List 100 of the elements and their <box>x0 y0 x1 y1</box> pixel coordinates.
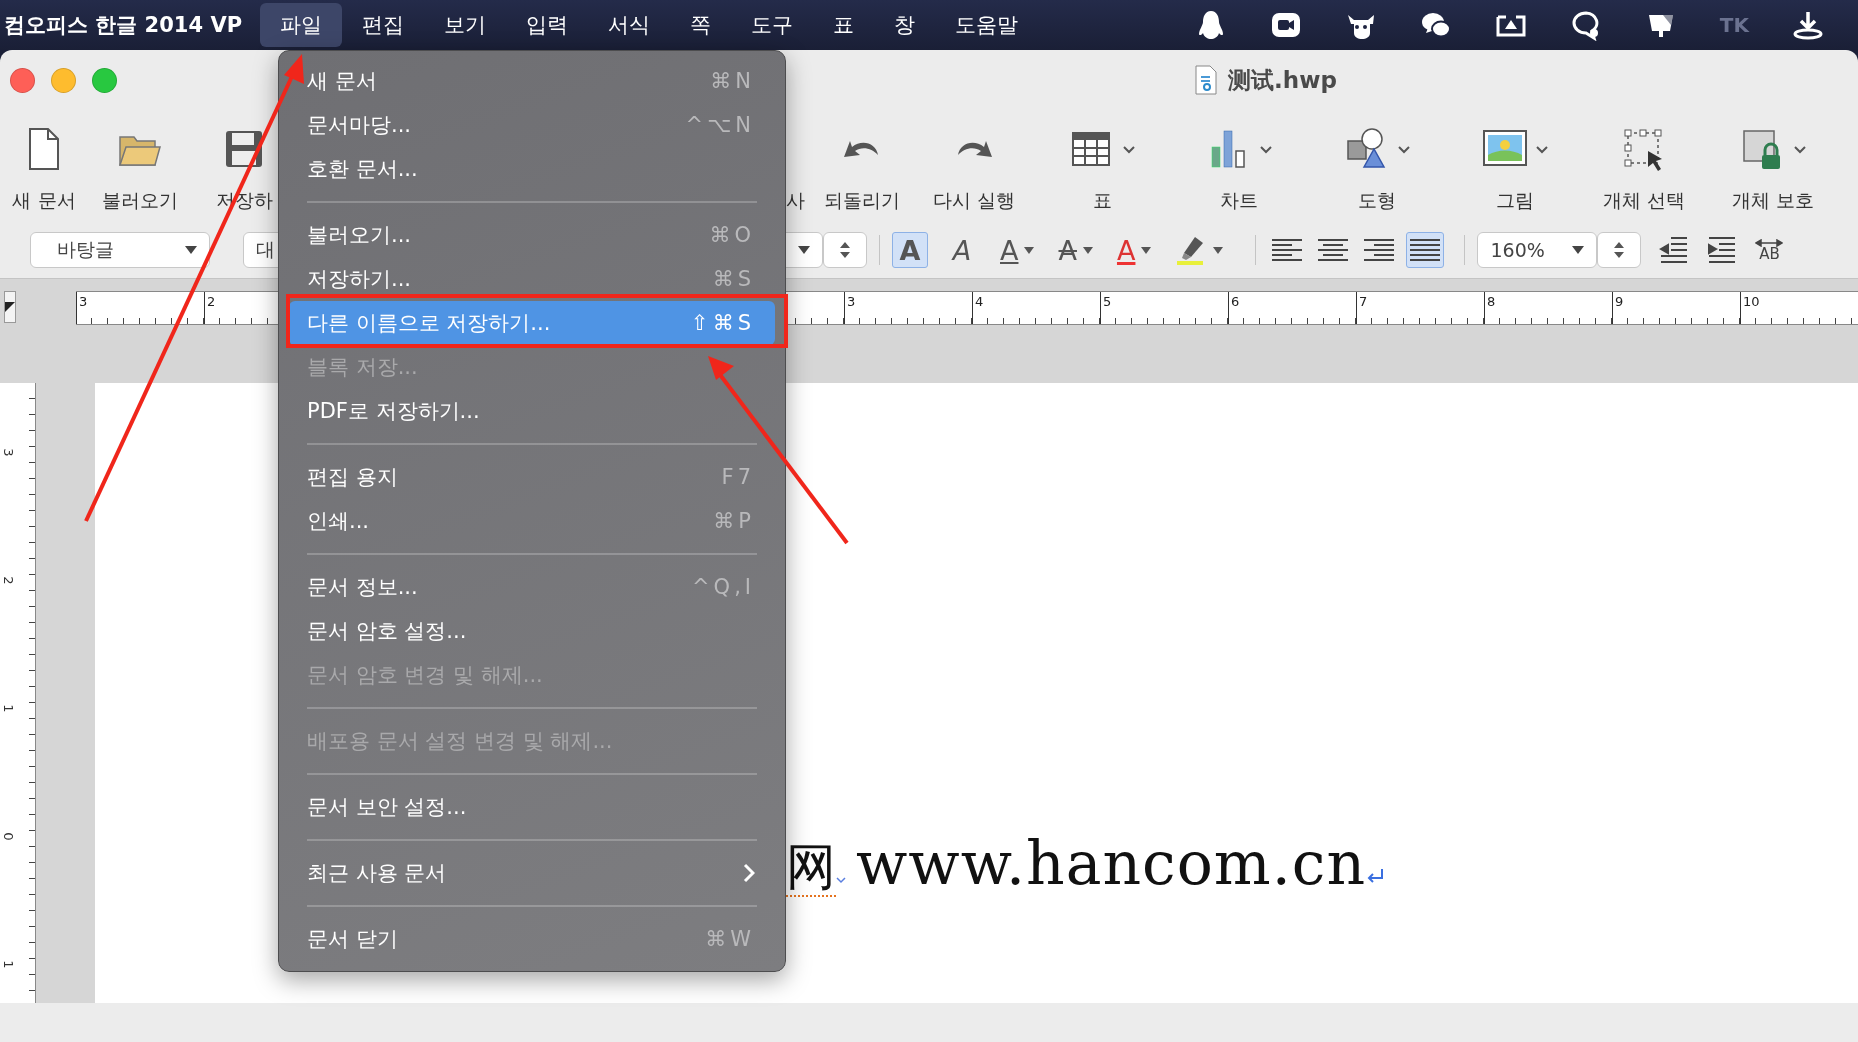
caret-icon[interactable] <box>1024 246 1035 254</box>
toolbar-button[interactable]: 개체 선택 <box>1584 118 1704 214</box>
chevron-down-icon[interactable] <box>1792 143 1808 155</box>
caret-icon <box>185 246 197 254</box>
ruler-number: 8 <box>1484 292 1612 324</box>
menu-item[interactable]: 편집 용지 F7 <box>289 455 775 499</box>
caret-icon[interactable] <box>1213 246 1224 254</box>
ruler-number: 4 <box>972 292 1100 324</box>
menu-item[interactable]: 새 문서 ⌘N <box>289 59 775 103</box>
ruler-number: 6 <box>1228 292 1356 324</box>
menu-bar-item[interactable]: 보기 <box>424 3 507 47</box>
menu-item-label: 편집 용지 <box>307 464 398 491</box>
strike-button[interactable]: A <box>1054 232 1097 268</box>
menu-bar-item[interactable]: 도움말 <box>935 3 1039 47</box>
toolbar-button[interactable]: 개체 보호 <box>1704 118 1842 214</box>
stepper-arrows-icon <box>1613 240 1626 260</box>
align-lines-icon <box>1410 237 1441 263</box>
toolbar-button[interactable]: 도형 <box>1308 118 1446 214</box>
toolbar-button[interactable]: 되돌리기 <box>810 118 914 214</box>
underline-button[interactable]: A <box>996 232 1039 268</box>
menu-item[interactable]: 인쇄... ⌘P <box>289 499 775 543</box>
caret-icon <box>798 246 810 254</box>
bold-button[interactable]: A <box>892 232 928 268</box>
stepper-arrows-icon <box>839 240 851 260</box>
menu-item[interactable]: 호환 문서... <box>289 147 775 191</box>
spacing-button[interactable]: AB <box>1751 232 1788 268</box>
ruler-number: 7 <box>1356 292 1484 324</box>
close-button[interactable] <box>10 67 35 93</box>
vertical-ruler[interactable]: 3 2 1 0 1 <box>0 383 36 1003</box>
chevron-down-icon[interactable] <box>1121 143 1137 155</box>
menu-item-label: PDF로 저장하기... <box>307 398 480 425</box>
menu-item-label: 문서 암호 설정... <box>307 618 467 645</box>
ruler-number: 5 <box>1100 292 1228 324</box>
download-icon[interactable] <box>1792 9 1824 41</box>
zoom-dropdown[interactable]: 160% <box>1477 232 1598 268</box>
ruler-number: 3 <box>76 292 204 324</box>
menu-item-label: 문서 정보... <box>307 574 418 601</box>
menu-item[interactable]: 문서 정보... ^Q,I <box>289 565 775 609</box>
keyboard-shortcut: ⌘W <box>705 927 755 951</box>
app-name[interactable]: 컴오피스 한글 2014 VP <box>4 11 261 39</box>
ruler-corner-button[interactable] <box>4 291 16 323</box>
spell-marker-icon <box>836 876 846 884</box>
toolbar-button[interactable]: 새 문서 <box>0 118 88 214</box>
style-dropdown[interactable]: 바탕글 <box>30 232 210 268</box>
menu-item-label: 문서 닫기 <box>307 926 398 953</box>
menu-item[interactable]: 문서 보안 설정... <box>289 785 775 829</box>
menu-bar-item[interactable]: 표 <box>813 3 875 47</box>
keyboard-shortcut: ⌘P <box>713 509 755 533</box>
menu-item-label: 인쇄... <box>307 508 370 535</box>
toolbar-button[interactable]: 다시 실행 <box>914 118 1034 214</box>
menu-bar-item[interactable]: 파일 <box>260 3 343 47</box>
keyboard-shortcut: ^⌥N <box>685 113 755 137</box>
color-button[interactable]: A <box>1112 232 1156 268</box>
caret-icon[interactable] <box>1082 246 1093 254</box>
menu-item[interactable]: PDF로 저장하기... <box>289 389 775 433</box>
align-lines-icon <box>1318 237 1349 263</box>
italic-button[interactable]: A <box>944 232 980 268</box>
toolbar-button[interactable]: 표 <box>1034 118 1170 214</box>
menu-bar-item[interactable]: 입력 <box>506 3 589 47</box>
chevron-down-icon[interactable] <box>1534 143 1550 155</box>
document-text: www.hancom.cn <box>856 828 1367 898</box>
menu-item[interactable]: 문서 암호 설정... <box>289 609 775 653</box>
menu-bar-item[interactable]: 도구 <box>731 3 814 47</box>
ruler-number: 2 <box>0 576 16 585</box>
ruler-number: 0 <box>0 832 16 841</box>
ruler-number: 3 <box>844 292 972 324</box>
menu-item-label: 저장하기... <box>307 266 412 293</box>
align-lines-icon <box>1272 237 1303 263</box>
menu-bar-item[interactable]: 창 <box>874 3 936 47</box>
chevron-down-icon[interactable] <box>1396 143 1412 155</box>
toolbar-button[interactable]: 사 <box>786 118 810 214</box>
stepper-control[interactable] <box>1597 232 1642 268</box>
stepper-control[interactable] <box>823 232 867 268</box>
ruler-number: 3 <box>0 448 16 457</box>
window-title: 测试.hwp <box>1228 65 1337 95</box>
menu-bar-item[interactable]: 쪽 <box>670 3 732 47</box>
menu-bar-item[interactable]: 편집 <box>342 3 425 47</box>
ruler-number: 1 <box>0 960 16 969</box>
toolbar-button[interactable]: 그림 <box>1446 118 1584 214</box>
keyboard-shortcut: ^Q,I <box>692 575 755 599</box>
ruler-number: 1 <box>0 704 16 713</box>
align-lines-icon <box>1364 237 1395 263</box>
caret-icon[interactable] <box>1141 246 1152 254</box>
menu-item-label: 최근 사용 문서 <box>307 860 447 887</box>
menu-item[interactable]: 문서 닫기 ⌘W <box>289 917 775 961</box>
menu-bar-item[interactable]: 서식 <box>588 3 671 47</box>
menu-item-label: 호환 문서... <box>307 156 418 183</box>
menu-item-label: 불러오기... <box>307 222 412 249</box>
keyboard-shortcut: ⌘N <box>710 69 755 93</box>
align-justify-button[interactable] <box>1406 232 1445 268</box>
menu-item[interactable]: 최근 사용 문서 <box>289 851 775 895</box>
menu-item[interactable]: 불러오기... ⌘O <box>289 213 775 257</box>
toolbar-button[interactable]: 차트 <box>1170 118 1308 214</box>
toolbar-button[interactable]: 불러오기 <box>88 118 192 214</box>
caret-icon <box>1572 246 1585 254</box>
spacing-glyph: AB <box>1759 246 1780 262</box>
menu-item-label: 문서마당... <box>307 112 412 139</box>
keyboard-shortcut: F7 <box>721 465 755 489</box>
menu-item[interactable]: 문서마당... ^⌥N <box>289 103 775 147</box>
chevron-down-icon[interactable] <box>1258 143 1274 155</box>
